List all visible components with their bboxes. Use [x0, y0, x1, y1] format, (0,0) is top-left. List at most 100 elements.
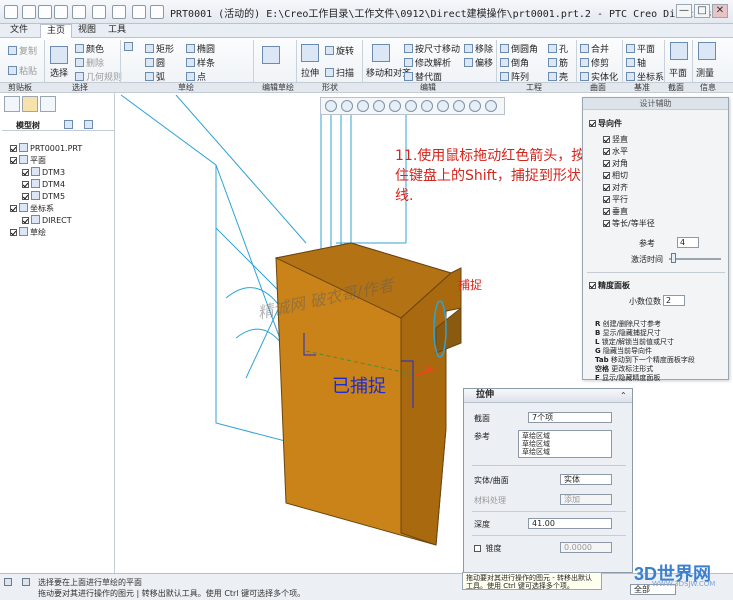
maximize-button[interactable]: □ — [694, 4, 710, 18]
round-button[interactable]: 倒圆角 — [500, 42, 538, 55]
checkbox[interactable] — [603, 196, 610, 203]
modify-analysis-button[interactable]: 修改解析 — [404, 56, 451, 69]
tab-file[interactable]: 文件 — [4, 24, 34, 38]
section-field[interactable]: 7个项 — [528, 412, 612, 423]
rib-button[interactable]: 筋 — [548, 56, 568, 69]
checkbox[interactable] — [589, 282, 596, 289]
model-tree-toggle-icon[interactable] — [4, 96, 20, 112]
section-view-icon[interactable] — [469, 100, 481, 112]
tree-item-csys[interactable]: 坐标系 — [10, 203, 54, 214]
checkbox[interactable] — [603, 208, 610, 215]
remove-button[interactable]: 移除 — [464, 42, 493, 55]
tab-home[interactable]: 主页 — [40, 24, 73, 38]
checkbox[interactable] — [10, 229, 17, 236]
sweep-button[interactable]: 扫描 — [325, 66, 354, 79]
tree-settings-icon[interactable] — [64, 120, 73, 129]
regenerate-icon[interactable] — [112, 5, 126, 19]
offset-button[interactable]: 偏移 — [464, 56, 493, 69]
zoom-in-icon[interactable] — [341, 100, 353, 112]
extrude-button[interactable] — [301, 44, 321, 64]
tree-item-part[interactable]: PRT0001.PRT — [10, 143, 82, 153]
reference-stepper[interactable]: 4 — [677, 237, 699, 248]
edit-sketch-button[interactable] — [262, 46, 282, 66]
paste-button[interactable]: 粘贴 — [8, 64, 37, 77]
checkbox[interactable] — [22, 181, 29, 188]
list-item[interactable]: 草绘区域 — [522, 440, 608, 448]
checkbox[interactable] — [603, 220, 610, 227]
list-item[interactable]: 草绘区域 — [522, 432, 608, 440]
undo-icon[interactable] — [72, 5, 86, 19]
close-window-icon[interactable] — [150, 5, 164, 19]
guide-tangent[interactable]: 相切 — [603, 170, 628, 181]
color-button[interactable]: 颜色 — [75, 42, 104, 55]
checkbox[interactable] — [603, 184, 610, 191]
tab-view[interactable]: 视图 — [72, 24, 102, 38]
checkbox[interactable] — [22, 193, 29, 200]
guides-section[interactable]: 导向件 — [589, 118, 622, 129]
panel-collapse-icon[interactable]: ⌃ — [620, 391, 627, 400]
tree-item-direct[interactable]: DIRECT — [22, 215, 72, 225]
depth-field[interactable]: 41.00 — [528, 518, 612, 529]
spline-tool[interactable]: 样条 — [186, 56, 215, 69]
window-icon[interactable] — [132, 5, 146, 19]
solid-select[interactable]: 实体 — [560, 474, 612, 485]
checkbox[interactable] — [10, 205, 17, 212]
copy-button[interactable]: 复制 — [8, 44, 37, 57]
checkbox[interactable] — [474, 545, 481, 552]
delay-slider[interactable] — [669, 258, 721, 260]
checkbox[interactable] — [603, 136, 610, 143]
tree-item-dtm4[interactable]: DTM4 — [22, 179, 65, 189]
measure-button[interactable] — [698, 42, 718, 62]
guide-parallel[interactable]: 平行 — [603, 194, 628, 205]
close-button[interactable]: ✕ — [712, 4, 728, 18]
taper-field[interactable]: 0.0000 — [560, 542, 612, 553]
open-icon[interactable] — [38, 5, 52, 19]
graphics-toolbar-icon[interactable] — [22, 578, 30, 586]
folder-icon[interactable] — [22, 96, 38, 112]
chamfer-button[interactable]: 倒角 — [500, 56, 529, 69]
new-icon[interactable] — [22, 5, 36, 19]
guide-vertical[interactable]: 竖直 — [603, 134, 628, 145]
part-side-face[interactable] — [400, 267, 462, 546]
guide-diagonal[interactable]: 对角 — [603, 158, 628, 169]
material-select[interactable]: 添加 — [560, 494, 612, 505]
saved-views-icon[interactable] — [405, 100, 417, 112]
size-move-button[interactable]: 按尺寸移动 — [404, 42, 460, 55]
checkbox[interactable] — [603, 160, 610, 167]
checkbox[interactable] — [10, 145, 17, 152]
tree-item-planes[interactable]: 平面 — [10, 155, 46, 166]
favorites-icon[interactable] — [40, 96, 56, 112]
tree-item-dtm5[interactable]: DTM5 — [22, 191, 65, 201]
annotation-display-icon[interactable] — [485, 100, 497, 112]
checkbox[interactable] — [589, 120, 596, 127]
message-log-icon[interactable] — [4, 578, 12, 586]
circle-tool[interactable]: 圆 — [145, 56, 165, 69]
model-tree-tab[interactable]: 模型树 — [16, 120, 40, 131]
list-item[interactable]: 草绘区域 — [522, 448, 608, 456]
checkbox[interactable] — [603, 148, 610, 155]
refs-list[interactable]: 草绘区域 草绘区域 草绘区域 — [518, 430, 612, 458]
tree-filter-icon[interactable] — [84, 120, 93, 129]
guide-horizontal[interactable]: 水平 — [603, 146, 628, 157]
delay-slider-handle[interactable] — [671, 253, 676, 263]
checkbox[interactable] — [22, 217, 29, 224]
line-tool[interactable] — [124, 42, 135, 53]
tree-item-sketch[interactable]: 草绘 — [10, 227, 46, 238]
decimals-stepper[interactable]: 2 — [663, 295, 685, 306]
zoom-out-icon[interactable] — [357, 100, 369, 112]
axis-button[interactable]: 轴 — [626, 56, 646, 69]
taper-row[interactable]: 锥度 — [474, 543, 502, 554]
refit-icon[interactable] — [325, 100, 337, 112]
rectangle-tool[interactable]: 矩形 — [145, 42, 174, 55]
checkbox[interactable] — [603, 172, 610, 179]
datum-display-icon[interactable] — [437, 100, 449, 112]
hole-button[interactable]: 孔 — [548, 42, 568, 55]
trim-button[interactable]: 修剪 — [580, 56, 609, 69]
minimize-button[interactable]: — — [676, 4, 692, 18]
guide-perpendicular[interactable]: 垂直 — [603, 206, 628, 217]
move-align-button[interactable] — [372, 44, 392, 64]
revolve-button[interactable]: 旋转 — [325, 44, 354, 57]
orient-icon[interactable] — [389, 100, 401, 112]
save-icon[interactable] — [54, 5, 68, 19]
guide-align[interactable]: 对齐 — [603, 182, 628, 193]
